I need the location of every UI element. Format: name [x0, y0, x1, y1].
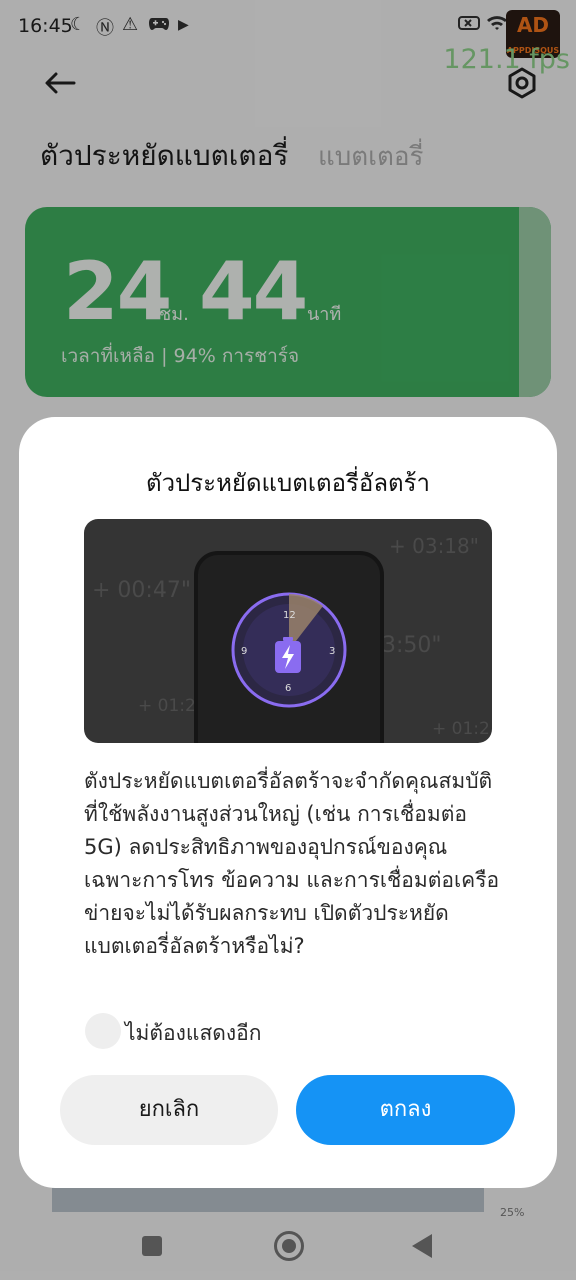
- home-dot-icon: [282, 1239, 296, 1253]
- clock-number-12: 12: [283, 610, 296, 621]
- dont-show-again-checkbox[interactable]: [85, 1013, 121, 1049]
- ultra-battery-saver-dialog: ตัวประหยัดแบตเตอรี่อัลตร้า + 03:18" + 00…: [19, 417, 557, 1188]
- ok-button[interactable]: ตกลง: [296, 1075, 515, 1145]
- timer-text-5: + 01:2: [432, 719, 490, 739]
- cancel-button[interactable]: ยกเลิก: [60, 1075, 278, 1145]
- timer-text-4: + 01:2: [138, 696, 196, 716]
- back-button[interactable]: [412, 1234, 432, 1258]
- clock-number-3: 3: [329, 646, 335, 657]
- clock-number-9: 9: [241, 646, 247, 657]
- timer-text-3: 3:50": [382, 633, 442, 658]
- timer-text-2: + 00:47": [92, 578, 191, 603]
- dialog-description: ตังประหยัดแบตเตอรี่อัลตร้าจะจำกัดคุณสมบั…: [84, 769, 500, 958]
- dialog-illustration: + 03:18" + 00:47" 3:50" + 01:2 + 01:2 12…: [84, 519, 492, 743]
- dialog-title: ตัวประหยัดแบตเตอรี่อัลตร้า: [145, 469, 430, 497]
- clock-number-6: 6: [285, 683, 291, 694]
- dont-show-again-label[interactable]: ไม่ต้องแสดงอีก: [125, 1017, 261, 1050]
- recents-button[interactable]: [142, 1236, 162, 1256]
- timer-text-1: + 03:18": [389, 534, 479, 558]
